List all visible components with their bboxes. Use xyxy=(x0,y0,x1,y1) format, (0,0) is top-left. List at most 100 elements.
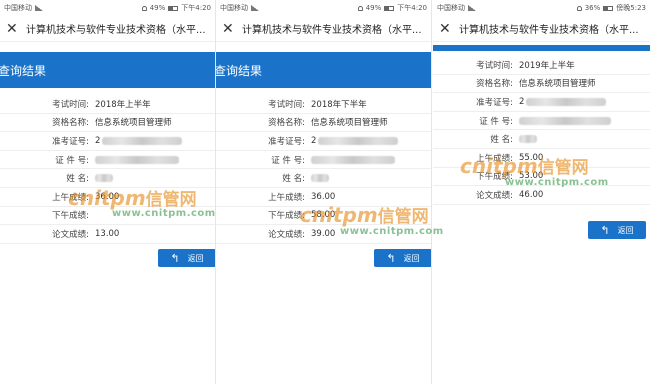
ticket-no-value: 2 xyxy=(311,135,317,146)
redacted-ticket-no xyxy=(102,136,183,145)
ticket-no-value: 2 xyxy=(519,96,525,107)
clock: 下午4:20 xyxy=(397,4,427,12)
back-button[interactable]: ↰ 返回 xyxy=(374,249,431,267)
exam-time-value: 2019年上半年 xyxy=(519,60,575,71)
redacted-id-no xyxy=(519,116,611,125)
ticket-no-value: 2 xyxy=(95,135,101,146)
battery-icon xyxy=(384,5,395,11)
table-row: 资格名称: 信息系统项目管理师 xyxy=(433,75,650,94)
table-row: 考试时间: 2019年上半年 xyxy=(433,56,650,75)
essay-score-label: 论文成绩: xyxy=(476,190,513,201)
qualification-label: 资格名称: xyxy=(476,79,513,90)
back-button[interactable]: ↰ 返回 xyxy=(588,221,646,239)
am-score-label: 上午成绩: xyxy=(268,192,305,203)
signal-icon xyxy=(468,5,476,11)
ticket-no-label: 准考证号: xyxy=(476,97,513,108)
qualification-label: 资格名称: xyxy=(52,118,89,129)
carrier-text: 中国移动 xyxy=(220,4,248,12)
back-arrow-icon: ↰ xyxy=(170,251,180,265)
table-row: 上午成绩: 36.00 xyxy=(0,188,215,207)
table-row: 姓 名: xyxy=(433,130,650,149)
result-screen-2: 中国移动 49% 下午4:20 ✕ 计算机技术与软件专业技术资格（水平... 查询… xyxy=(216,0,432,384)
pm-score-label: 下午成绩: xyxy=(476,172,513,183)
page-title: 计算机技术与软件专业技术资格（水平... xyxy=(459,25,639,36)
results-header: 查询结果 xyxy=(216,52,431,88)
title-bar: ✕ 计算机技术与软件专业技术资格（水平... xyxy=(433,16,650,42)
close-icon[interactable]: ✕ xyxy=(222,22,234,36)
back-button-label: 返回 xyxy=(617,225,634,235)
back-arrow-icon: ↰ xyxy=(600,223,610,237)
signal-icon xyxy=(35,5,43,11)
title-bar: ✕ 计算机技术与软件专业技术资格（水平... xyxy=(216,16,431,42)
redacted-name xyxy=(311,174,329,183)
result-screen-1: 中国移动 49% 下午4:20 ✕ 计算机技术与软件专业技术资格（水平... 查询… xyxy=(0,0,216,384)
exam-time-label: 考试时间: xyxy=(476,60,513,71)
page-title: 计算机技术与软件专业技术资格（水平... xyxy=(26,25,206,36)
redacted-name xyxy=(519,135,537,144)
id-no-label: 证 件 号: xyxy=(55,155,89,166)
essay-score-label: 论文成绩: xyxy=(268,229,305,240)
table-row: 下午成绩: xyxy=(0,207,215,226)
back-button[interactable]: ↰ 返回 xyxy=(158,249,215,267)
redacted-id-no xyxy=(95,155,179,164)
battery-percent: 49% xyxy=(149,4,166,12)
battery-icon xyxy=(168,5,179,11)
back-button-label: 返回 xyxy=(403,253,420,263)
title-bar: ✕ 计算机技术与软件专业技术资格（水平... xyxy=(0,16,215,42)
qualification-label: 资格名称: xyxy=(268,118,305,129)
table-row: 论文成绩: 39.00 xyxy=(216,225,431,244)
table-row: 准考证号: 2 xyxy=(0,132,215,151)
results-table: 考试时间: 2019年上半年 资格名称: 信息系统项目管理师 准考证号: 2 证 件 … xyxy=(433,56,650,205)
qualification-value: 信息系统项目管理师 xyxy=(311,118,388,129)
table-row: 姓 名: xyxy=(216,169,431,188)
status-bar: 中国移动 49% 下午4:20 xyxy=(0,0,215,16)
pm-score-label: 下午成绩: xyxy=(52,211,89,222)
am-score-value: 36.00 xyxy=(311,191,336,202)
qualification-value: 信息系统项目管理师 xyxy=(95,118,172,129)
essay-score-value: 46.00 xyxy=(519,189,544,200)
results-header xyxy=(433,45,650,51)
ticket-no-label: 准考证号: xyxy=(268,136,305,147)
carrier-text: 中国移动 xyxy=(4,4,32,12)
ticket-no-label: 准考证号: xyxy=(52,136,89,147)
results-header-label: 查询结果 xyxy=(0,63,47,78)
name-label: 姓 名: xyxy=(282,174,305,185)
exam-time-label: 考试时间: xyxy=(268,99,305,110)
battery-icon xyxy=(603,5,614,11)
table-row: 下午成绩: 53.00 xyxy=(433,168,650,187)
exam-time-label: 考试时间: xyxy=(52,99,89,110)
pm-score-label: 下午成绩: xyxy=(268,211,305,222)
pm-score-value: 58.00 xyxy=(311,210,336,221)
redacted-id-no xyxy=(311,155,395,164)
exam-time-value: 2018年下半年 xyxy=(311,99,367,110)
status-bar: 中国移动 49% 下午4:20 xyxy=(216,0,431,16)
am-score-value: 55.00 xyxy=(519,152,544,163)
back-button-label: 返回 xyxy=(187,253,204,263)
results-header: 查询结果 xyxy=(0,52,215,88)
pm-score-value: 53.00 xyxy=(519,171,544,182)
table-row: 证 件 号: xyxy=(433,112,650,131)
table-row: 姓 名: xyxy=(0,169,215,188)
essay-score-value: 13.00 xyxy=(95,228,120,239)
table-row: 证 件 号: xyxy=(216,151,431,170)
clock: 下午4:20 xyxy=(181,4,211,12)
redacted-ticket-no xyxy=(526,97,607,106)
name-label: 姓 名: xyxy=(490,135,513,146)
battery-percent: 49% xyxy=(365,4,382,12)
redacted-name xyxy=(95,174,113,183)
close-icon[interactable]: ✕ xyxy=(6,22,18,36)
table-row: 考试时间: 2018年下半年 xyxy=(216,95,431,114)
results-header-label: 查询结果 xyxy=(216,63,263,78)
table-row: 准考证号: 2 xyxy=(433,93,650,112)
qualification-value: 信息系统项目管理师 xyxy=(519,79,596,90)
page-title: 计算机技术与软件专业技术资格（水平... xyxy=(242,25,422,36)
table-row: 证 件 号: xyxy=(0,151,215,170)
table-row: 资格名称: 信息系统项目管理师 xyxy=(216,114,431,133)
clock: 傍晚5:23 xyxy=(616,4,646,12)
id-no-label: 证 件 号: xyxy=(271,155,305,166)
exam-time-value: 2018年上半年 xyxy=(95,99,151,110)
name-label: 姓 名: xyxy=(66,174,89,185)
id-no-label: 证 件 号: xyxy=(479,116,513,127)
close-icon[interactable]: ✕ xyxy=(439,22,451,36)
table-row: 资格名称: 信息系统项目管理师 xyxy=(0,114,215,133)
